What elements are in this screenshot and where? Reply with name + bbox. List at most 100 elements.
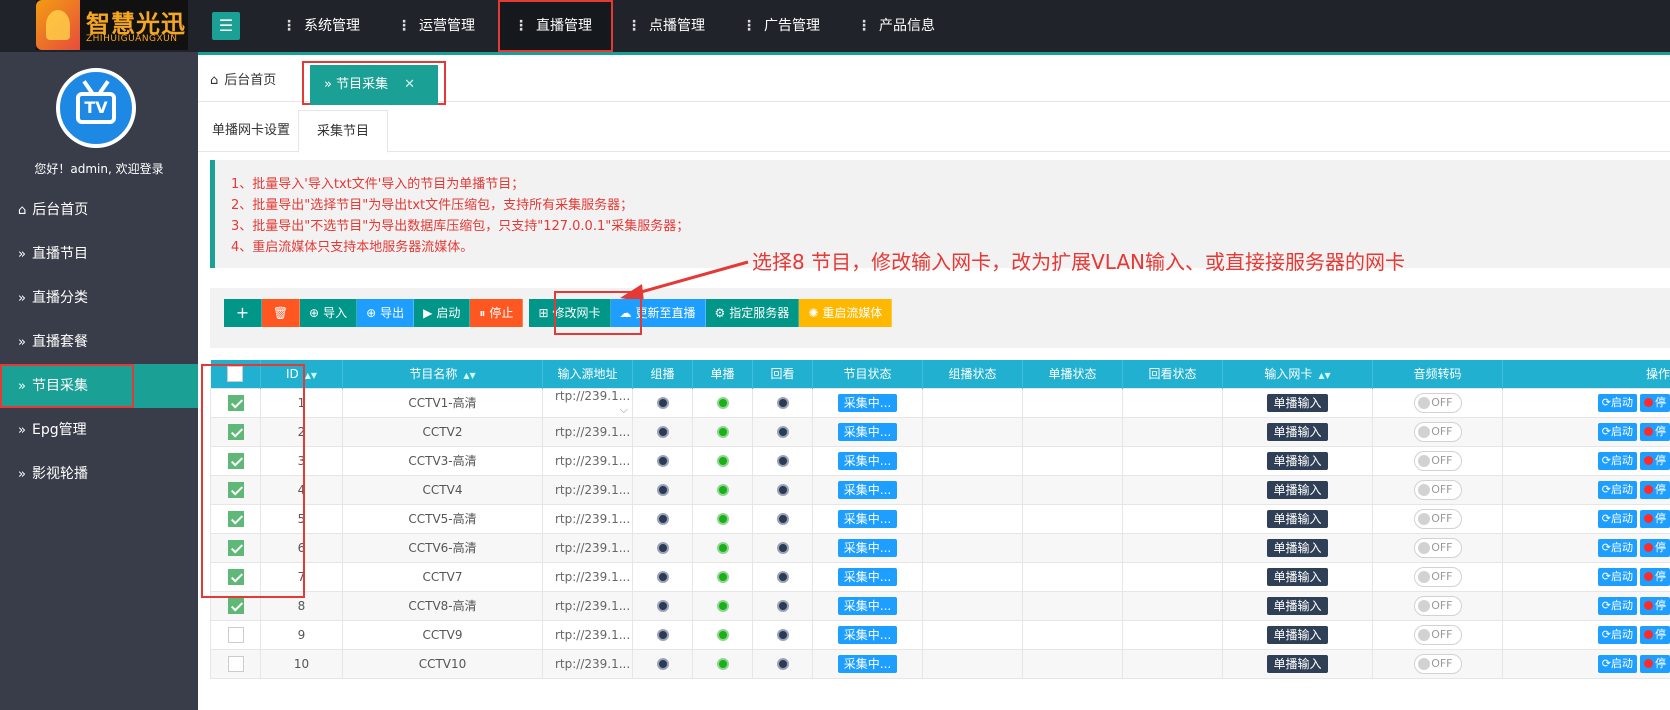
nav-item-live[interactable]: ⋮ 直播管理: [498, 0, 613, 52]
menu-toggle-button[interactable]: ☰: [212, 12, 240, 40]
row-checkbox[interactable]: [227, 597, 244, 614]
table-row[interactable]: 2 CCTV2 rtp://239.1... 采集中... 单播输入 OFF ⟳启动 停: [210, 416, 1670, 447]
tab-home[interactable]: ⌂ 后台首页: [210, 65, 276, 97]
table-row[interactable]: 7 CCTV7 rtp://239.1... 采集中... 单播输入 OFF ⟳启动 停: [210, 561, 1670, 592]
row-select-cell[interactable]: [210, 416, 261, 447]
nav-item-vod[interactable]: ⋮ 点播管理: [613, 0, 728, 52]
row-stop-button[interactable]: 停: [1640, 538, 1670, 557]
status-dot-icon: [716, 600, 729, 612]
nav-item-ads[interactable]: ⋮ 广告管理: [728, 0, 843, 52]
cell-playback-status: [1122, 503, 1223, 534]
audio-toggle[interactable]: OFF: [1413, 595, 1462, 616]
restart-media-button[interactable]: ✺ 重启流媒体: [799, 299, 893, 327]
table-row[interactable]: 5 CCTV5-高清 rtp://239.1... 采集中... 单播输入 OFF ⟳启动 停: [210, 503, 1670, 534]
sort-icon[interactable]: ▲▼: [463, 371, 475, 380]
column-header-id[interactable]: ID ▲▼: [260, 360, 343, 388]
row-start-button[interactable]: ⟳启动: [1597, 596, 1637, 615]
row-start-button[interactable]: ⟳启动: [1597, 422, 1637, 441]
sidebar-item-carousel[interactable]: » 影视轮播: [0, 452, 198, 496]
row-select-cell[interactable]: [210, 503, 261, 534]
select-all-cell[interactable]: [210, 360, 261, 388]
row-checkbox[interactable]: [227, 481, 244, 498]
row-select-cell[interactable]: [210, 474, 261, 505]
audio-toggle[interactable]: OFF: [1413, 566, 1462, 587]
row-select-cell[interactable]: [210, 532, 261, 563]
row-start-button[interactable]: ⟳启动: [1597, 393, 1637, 412]
table-row[interactable]: 4 CCTV4 rtp://239.1... 采集中... 单播输入 OFF ⟳启动 停: [210, 474, 1670, 505]
chevron-down-icon[interactable]: ⌵: [620, 403, 628, 417]
row-select-cell[interactable]: [210, 619, 261, 650]
audio-toggle[interactable]: OFF: [1413, 392, 1462, 413]
row-stop-button[interactable]: 停: [1640, 654, 1670, 673]
column-header-input-nic[interactable]: 输入网卡 ▲▼: [1222, 360, 1373, 388]
close-icon[interactable]: ✕: [404, 77, 415, 92]
row-start-button[interactable]: ⟳启动: [1597, 451, 1637, 470]
row-checkbox[interactable]: [227, 510, 244, 527]
row-start-button[interactable]: ⟳启动: [1597, 480, 1637, 499]
table-row[interactable]: 3 CCTV3-高清 rtp://239.1... 采集中... 单播输入 OFF ⟳启动 停: [210, 445, 1670, 476]
table-row[interactable]: 9 CCTV9 rtp://239.1... 采集中... 单播输入 OFF ⟳启动 停: [210, 619, 1670, 650]
sidebar-item-epg[interactable]: » Epg管理: [0, 408, 198, 452]
tab-program-capture[interactable]: » 节目采集 ✕: [310, 65, 438, 105]
row-stop-button[interactable]: 停: [1640, 393, 1670, 412]
select-all-checkbox[interactable]: [227, 365, 244, 382]
delete-button[interactable]: 🗑: [262, 299, 300, 327]
row-checkbox[interactable]: [227, 655, 244, 672]
row-start-button[interactable]: ⟳启动: [1597, 509, 1637, 528]
row-checkbox[interactable]: [227, 626, 244, 643]
sidebar-item-live-programs[interactable]: » 直播节目: [0, 232, 198, 276]
export-button[interactable]: ⊕ 导出: [357, 299, 415, 327]
row-start-button[interactable]: ⟳启动: [1597, 625, 1637, 644]
row-start-button[interactable]: ⟳启动: [1597, 538, 1637, 557]
row-checkbox[interactable]: [227, 452, 244, 469]
nav-item-products[interactable]: ⋮ 产品信息: [843, 0, 958, 52]
avatar[interactable]: TV: [56, 68, 136, 148]
subtab-capture-programs[interactable]: 采集节目: [298, 110, 389, 153]
row-stop-button[interactable]: 停: [1640, 451, 1670, 470]
row-checkbox[interactable]: [227, 423, 244, 440]
header-label: 节目名称: [409, 367, 458, 382]
start-button[interactable]: ▶ 启动: [414, 299, 471, 327]
row-select-cell[interactable]: [210, 590, 261, 621]
row-select-cell[interactable]: [210, 561, 261, 592]
row-stop-button[interactable]: 停: [1640, 625, 1670, 644]
sort-icon[interactable]: ▲▼: [305, 371, 317, 380]
subtab-unicast-nic[interactable]: 单播网卡设置: [212, 110, 290, 152]
audio-toggle[interactable]: OFF: [1413, 421, 1462, 442]
row-start-button[interactable]: ⟳启动: [1597, 654, 1637, 673]
row-stop-button[interactable]: 停: [1640, 509, 1670, 528]
audio-toggle[interactable]: OFF: [1413, 450, 1462, 471]
audio-toggle[interactable]: OFF: [1413, 479, 1462, 500]
audio-toggle[interactable]: OFF: [1413, 624, 1462, 645]
table-row[interactable]: 10 CCTV10 rtp://239.1... 采集中... 单播输入 OFF ⟳启动 停: [210, 648, 1670, 679]
stop-button[interactable]: ⏸ 停止: [470, 299, 524, 327]
sidebar-item-live-packages[interactable]: » 直播套餐: [0, 320, 198, 364]
sort-icon[interactable]: ▲▼: [1318, 371, 1330, 380]
import-button[interactable]: ⊕ 导入: [300, 299, 358, 327]
row-checkbox[interactable]: [227, 394, 244, 411]
audio-toggle[interactable]: OFF: [1413, 508, 1462, 529]
assign-server-button[interactable]: ⚙ 指定服务器: [705, 299, 800, 327]
nav-item-system[interactable]: ⋮ 系统管理: [268, 0, 383, 52]
row-checkbox[interactable]: [227, 539, 244, 556]
sidebar-item-program-capture[interactable]: » 节目采集: [0, 364, 198, 408]
sidebar-item-home[interactable]: ⌂ 后台首页: [0, 188, 198, 232]
column-header-name[interactable]: 节目名称 ▲▼: [342, 360, 543, 388]
audio-toggle[interactable]: OFF: [1413, 537, 1462, 558]
audio-toggle[interactable]: OFF: [1413, 653, 1462, 674]
row-stop-button[interactable]: 停: [1640, 422, 1670, 441]
row-select-cell[interactable]: [210, 445, 261, 476]
row-stop-button[interactable]: 停: [1640, 596, 1670, 615]
row-select-cell[interactable]: [210, 648, 261, 679]
nav-item-operation[interactable]: ⋮ 运营管理: [383, 0, 498, 52]
row-start-button[interactable]: ⟳启动: [1597, 567, 1637, 586]
row-stop-button[interactable]: 停: [1640, 567, 1670, 586]
add-button[interactable]: +: [224, 299, 262, 327]
table-row[interactable]: 1 CCTV1-高清 rtp://239.1... ⌵ 采集中... 单播输入 OFF ⟳启动…: [210, 387, 1670, 418]
table-row[interactable]: 8 CCTV8-高清 rtp://239.1... 采集中... 单播输入 OFF ⟳启动 停: [210, 590, 1670, 621]
row-stop-button[interactable]: 停: [1640, 480, 1670, 499]
row-checkbox[interactable]: [227, 568, 244, 585]
table-row[interactable]: 6 CCTV6-高清 rtp://239.1... 采集中... 单播输入 OFF ⟳启动 停: [210, 532, 1670, 563]
sidebar-item-live-categories[interactable]: » 直播分类: [0, 276, 198, 320]
row-select-cell[interactable]: [210, 387, 261, 418]
